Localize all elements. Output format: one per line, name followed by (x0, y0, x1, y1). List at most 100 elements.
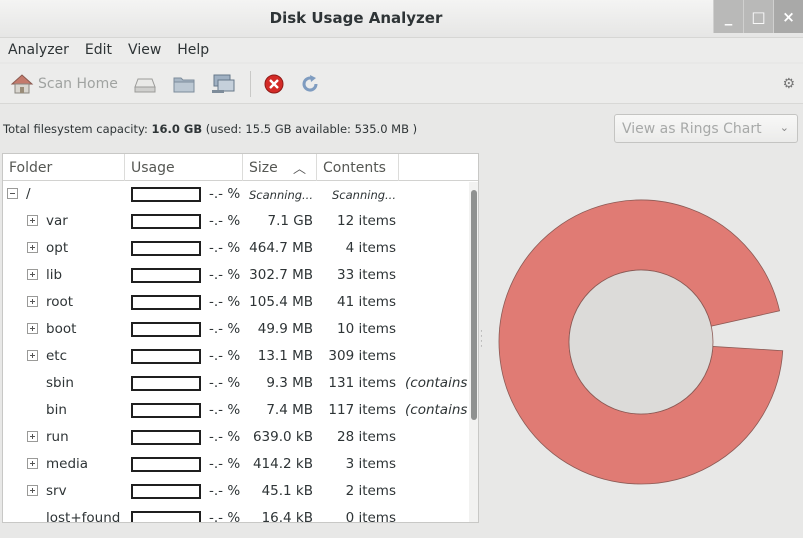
tree-row[interactable]: boot -.- % 49.9 MB 10 items (3, 316, 468, 343)
tree-row[interactable]: run -.- % 639.0 kB 28 items (3, 424, 468, 451)
stop-icon (264, 74, 284, 93)
ring-center[interactable] (568, 269, 714, 415)
column-size-label: Size (249, 159, 278, 176)
usage-bar (131, 214, 201, 229)
usage-bar (131, 268, 201, 283)
remote-folder-icon (211, 74, 235, 93)
menu-analyzer[interactable]: Analyzer (8, 42, 69, 58)
folder-name: lib (46, 267, 63, 283)
usage-bar (131, 457, 201, 472)
folder-name: var (46, 213, 68, 229)
refresh-button[interactable] (299, 73, 321, 95)
expand-icon[interactable] (27, 431, 38, 442)
expand-icon[interactable] (27, 485, 38, 496)
menu-help[interactable]: Help (177, 42, 209, 58)
folder-name: / (26, 186, 31, 202)
folder-size: 16.4 kB (261, 510, 313, 523)
tree-row[interactable]: sbin -.- % 9.3 MB 131 items (contains (3, 370, 468, 397)
usage-bar (131, 241, 201, 256)
home-icon (10, 73, 34, 93)
folder-name: bin (46, 402, 67, 418)
stop-button[interactable] (263, 73, 285, 95)
tree-row[interactable]: lib -.- % 302.7 MB 33 items (3, 262, 468, 289)
capacity-total: 16.0 GB (151, 122, 203, 136)
expand-icon[interactable] (27, 458, 38, 469)
folder-contents: 12 items (336, 213, 396, 229)
scan-remote-button[interactable] (210, 73, 236, 95)
chevron-down-icon: ⌄ (779, 121, 789, 134)
menu-edit[interactable]: Edit (85, 42, 112, 58)
capacity-detail: (used: 15.5 GB available: 535.0 MB ) (205, 122, 418, 136)
folder-contents: 4 items (345, 240, 396, 256)
sort-ascending-icon: ︿ (292, 162, 306, 177)
tree-row[interactable]: root -.- % 105.4 MB 41 items (3, 289, 468, 316)
folder-name: media (46, 456, 89, 472)
maximize-button[interactable]: □ (743, 0, 773, 33)
usage-percent: -.- % (209, 240, 241, 256)
usage-percent: -.- % (209, 267, 241, 283)
folder-size: 639.0 kB (252, 429, 313, 445)
folder-name: lost+found (46, 510, 121, 523)
capacity-prefix: Total filesystem capacity: (3, 122, 148, 136)
close-button[interactable]: × (773, 0, 803, 33)
folder-contents: 117 items (328, 402, 396, 418)
tree-row[interactable]: var -.- % 7.1 GB 12 items (3, 208, 468, 235)
folder-size: 13.1 MB (257, 348, 313, 364)
folder-size: 464.7 MB (249, 240, 313, 256)
column-usage[interactable]: Usage (125, 154, 243, 181)
usage-bar (131, 430, 201, 445)
folder-contents: 41 items (336, 294, 396, 310)
scan-folder-button[interactable] (172, 73, 196, 95)
folder-contents: 3 items (345, 456, 396, 472)
scan-filesystem-button[interactable] (132, 73, 158, 95)
folder-size: 7.4 MB (266, 402, 313, 418)
folder-size: 302.7 MB (249, 267, 313, 283)
folder-size: Scanning... (249, 188, 313, 202)
usage-percent: -.- % (209, 186, 241, 202)
folder-contents: 33 items (336, 267, 396, 283)
folder-note: (contains (405, 375, 468, 391)
expand-icon[interactable] (27, 215, 38, 226)
expand-icon[interactable] (27, 242, 38, 253)
vertical-scrollbar[interactable] (469, 182, 478, 522)
usage-bar (131, 349, 201, 364)
scrollbar-thumb[interactable] (471, 190, 477, 420)
usage-bar (131, 403, 201, 418)
gear-icon[interactable]: ⚙ (782, 76, 795, 92)
usage-percent: -.- % (209, 294, 241, 310)
tree-row[interactable]: bin -.- % 7.4 MB 117 items (contains (3, 397, 468, 424)
rings-chart[interactable] (482, 153, 803, 538)
expand-icon[interactable] (27, 269, 38, 280)
minimize-button[interactable]: _ (713, 0, 743, 33)
scan-home-button[interactable]: Scan Home (10, 73, 118, 95)
expand-icon[interactable] (27, 296, 38, 307)
usage-percent: -.- % (209, 510, 241, 523)
scan-home-label: Scan Home (38, 75, 118, 92)
tree-row[interactable]: / -.- % Scanning... Scanning... (3, 181, 468, 208)
tree-row[interactable]: opt -.- % 464.7 MB 4 items (3, 235, 468, 262)
toolbar: Scan Home (0, 64, 803, 104)
tree-row[interactable]: media -.- % 414.2 kB 3 items (3, 451, 468, 478)
usage-percent: -.- % (209, 375, 241, 391)
tree-row[interactable]: srv -.- % 45.1 kB 2 items (3, 478, 468, 505)
folder-contents: 2 items (345, 483, 396, 499)
view-as-dropdown[interactable]: View as Rings Chart ⌄ (614, 114, 798, 143)
menu-view[interactable]: View (128, 42, 161, 58)
menu-bar: Analyzer Edit View Help (0, 38, 803, 62)
window-title: Disk Usage Analyzer (269, 9, 443, 27)
expand-icon[interactable] (27, 350, 38, 361)
folder-contents: 28 items (336, 429, 396, 445)
expand-icon[interactable] (27, 323, 38, 334)
usage-bar (131, 295, 201, 310)
tree-row[interactable]: lost+found -.- % 16.4 kB 0 items (3, 505, 468, 523)
column-contents[interactable]: Contents (317, 154, 399, 181)
column-size[interactable]: Size ︿ (243, 154, 317, 181)
refresh-icon (302, 74, 318, 92)
folder-name: etc (46, 348, 68, 364)
column-folder[interactable]: Folder (3, 154, 125, 181)
collapse-icon[interactable] (7, 188, 18, 199)
folder-contents: Scanning... (332, 188, 396, 202)
tree-row[interactable]: etc -.- % 13.1 MB 309 items (3, 343, 468, 370)
folder-note: (contains (405, 402, 468, 418)
folder-size: 49.9 MB (257, 321, 313, 337)
